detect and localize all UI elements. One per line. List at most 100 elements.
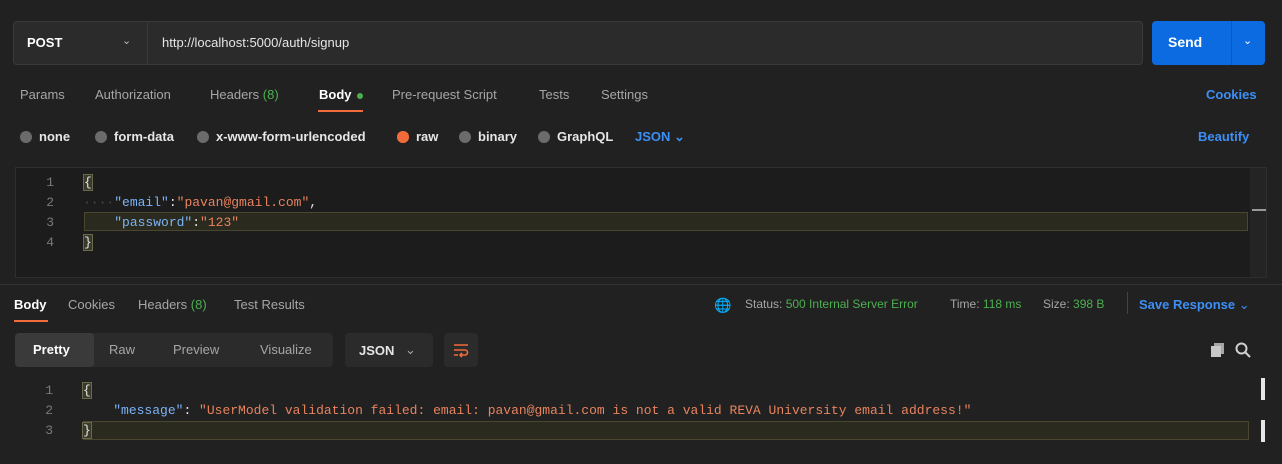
tab-body[interactable]: Body [319, 87, 363, 102]
search-icon[interactable] [1235, 342, 1251, 358]
scrollbar-thumb[interactable] [1252, 209, 1266, 211]
time-label: Time: [950, 297, 980, 311]
tab-authorization[interactable]: Authorization [95, 87, 171, 102]
chevron-down-icon: ⌄ [122, 35, 132, 47]
view-tab-raw[interactable]: Raw [109, 342, 135, 357]
response-body-viewer[interactable]: 1 2 3 { "message": "UserModel validation… [15, 376, 1267, 448]
code-line: "message": "UserModel validation failed:… [113, 403, 972, 418]
globe-icon: 🌐 [714, 297, 732, 313]
radio-binary[interactable]: binary [459, 129, 517, 144]
active-tab-underline [14, 320, 48, 322]
tab-pre-request-script[interactable]: Pre-request Script [392, 87, 497, 102]
pane-divider[interactable] [0, 284, 1282, 285]
code-line: ····"email":"pavan@gmail.com", [83, 195, 318, 210]
save-response-label: Save Response [1139, 297, 1236, 312]
headers-count: (8) [190, 297, 207, 312]
request-body-editor[interactable]: 1 2 3 4 { ····"email":"pavan@gmail.com",… [15, 167, 1267, 278]
url-input[interactable]: http://localhost:5000/auth/signup [162, 35, 349, 50]
code-line: { [83, 174, 93, 191]
save-response-button[interactable]: Save Response ⌄ [1139, 297, 1250, 313]
close-brace: } [82, 422, 92, 439]
radio-raw[interactable]: raw [397, 129, 438, 144]
size-text: Size: 398 B [1043, 297, 1104, 311]
view-tab-preview[interactable]: Preview [173, 342, 219, 357]
tab-params[interactable]: Params [20, 87, 65, 102]
tab-settings[interactable]: Settings [601, 87, 648, 102]
view-tab-pretty[interactable]: Pretty [33, 342, 70, 357]
radio-selected-icon [397, 130, 409, 143]
radio-icon [197, 130, 209, 143]
radio-raw-label: raw [416, 129, 439, 144]
line-number: 2 [46, 195, 54, 210]
radio-urlencoded[interactable]: x-www-form-urlencoded [197, 129, 366, 144]
radio-icon [538, 130, 550, 143]
radio-none[interactable]: none [20, 129, 70, 144]
chevron-down-icon: ⌄ [405, 342, 416, 357]
body-format-label: JSON [635, 129, 671, 144]
response-tab-body[interactable]: Body [14, 297, 47, 312]
line-number: 4 [46, 235, 54, 250]
chevron-down-icon: ⌄ [674, 129, 685, 144]
json-key: "email" [114, 195, 169, 210]
cookies-link[interactable]: Cookies [1206, 87, 1257, 102]
wrap-icon [454, 344, 469, 358]
line-number: 1 [45, 383, 53, 398]
wrap-lines-button[interactable] [444, 333, 478, 367]
radio-form-data[interactable]: form-data [95, 129, 174, 144]
size-value[interactable]: 398 B [1073, 297, 1104, 311]
radio-icon [95, 130, 107, 143]
send-label: Send [1168, 34, 1203, 50]
radio-icon [459, 130, 471, 143]
method-label: POST [27, 35, 63, 50]
status-text: Status: 500 Internal Server Error [745, 297, 918, 311]
response-tab-cookies[interactable]: Cookies [68, 297, 115, 312]
radio-graphql-label: GraphQL [557, 129, 614, 144]
request-bar: POST ⌄ http://localhost:5000/auth/signup [13, 21, 1143, 65]
scrollbar-thumb[interactable] [1261, 420, 1265, 442]
json-key: "password" [114, 215, 193, 230]
response-format-label: JSON [359, 343, 395, 358]
beautify-button[interactable]: Beautify [1198, 129, 1249, 144]
radio-icon [20, 130, 32, 143]
response-tab-test-results[interactable]: Test Results [234, 297, 305, 312]
divider [1127, 292, 1128, 314]
time-text: Time: 118 ms [950, 297, 1021, 311]
current-line-highlight [84, 212, 1248, 231]
tab-headers[interactable]: Headers (8) [210, 87, 279, 102]
line-number: 1 [46, 175, 54, 190]
response-tab-headers-label: Headers [138, 297, 188, 312]
tab-tests[interactable]: Tests [539, 87, 569, 102]
close-brace: } [83, 234, 93, 251]
response-tab-headers[interactable]: Headers (8) [138, 297, 207, 312]
tab-body-label: Body [319, 87, 352, 102]
copy-icon[interactable] [1210, 342, 1226, 358]
tab-headers-label: Headers [210, 87, 260, 102]
view-tab-visualize[interactable]: Visualize [260, 342, 312, 357]
radio-binary-label: binary [478, 129, 518, 144]
chevron-down-icon[interactable]: ⌄ [1243, 34, 1252, 47]
radio-graphql[interactable]: GraphQL [538, 129, 613, 144]
view-mode-tabs: Pretty Raw Preview Visualize [15, 333, 333, 367]
modified-dot-icon [356, 92, 363, 99]
send-button[interactable]: Send ⌄ [1152, 21, 1265, 65]
chevron-down-icon: ⌄ [1238, 297, 1250, 312]
code-line: "password":"123" [114, 215, 240, 230]
radio-form-data-label: form-data [114, 129, 174, 144]
json-value: "123" [200, 215, 240, 230]
radio-urlencoded-label: x-www-form-urlencoded [216, 129, 366, 144]
body-format-select[interactable]: JSON ⌄ [635, 129, 685, 145]
code-line: } [83, 234, 93, 251]
code-line: } [82, 422, 92, 439]
json-value: "pavan@gmail.com" [176, 195, 310, 210]
open-brace: { [83, 174, 93, 191]
method-select[interactable]: POST ⌄ [14, 22, 148, 64]
scrollbar-thumb[interactable] [1261, 378, 1265, 400]
status-value[interactable]: 500 Internal Server Error [786, 297, 918, 311]
time-value[interactable]: 118 ms [983, 297, 1021, 311]
active-tab-underline [318, 110, 363, 112]
json-key: "message" [113, 403, 184, 418]
response-format-select[interactable]: JSON ⌄ [345, 333, 433, 367]
headers-count: (8) [262, 87, 279, 102]
json-value: "UserModel validation failed: email: pav… [199, 403, 972, 418]
scrollbar[interactable] [1250, 168, 1266, 277]
